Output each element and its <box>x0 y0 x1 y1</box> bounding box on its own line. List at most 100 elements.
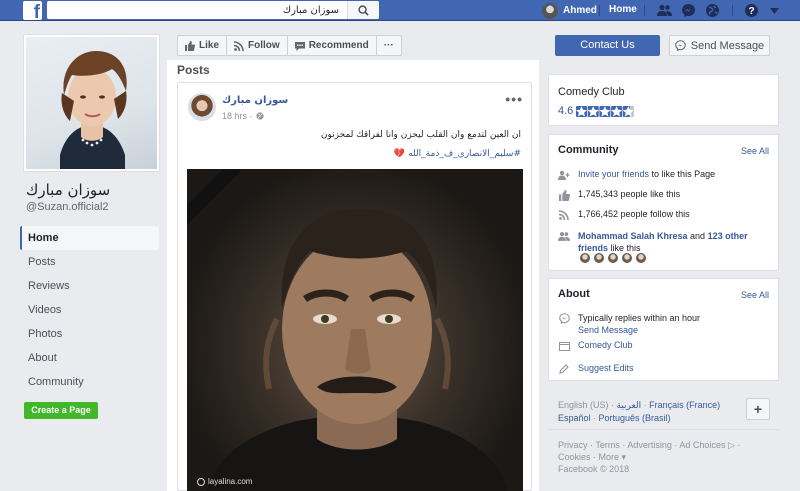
comment-icon <box>294 41 305 51</box>
messenger-icon <box>675 40 686 51</box>
terms-link[interactable]: Terms <box>595 440 620 450</box>
nav-item-videos[interactable]: Videos <box>20 298 159 322</box>
posts-section-title: Posts <box>177 63 210 77</box>
invite-friends-row: Invite your friends to like this Page <box>558 169 715 181</box>
avatar <box>542 2 558 19</box>
nav-item-about[interactable]: About <box>20 346 159 370</box>
language-spanish-link[interactable]: Español <box>558 413 591 423</box>
profile-picture[interactable] <box>23 34 160 172</box>
post-author-avatar[interactable] <box>188 93 216 121</box>
divider <box>732 5 733 16</box>
ad-choices-icon: ▷ <box>727 440 735 450</box>
pencil-icon <box>558 363 570 375</box>
avatar[interactable] <box>579 252 591 264</box>
advertising-link[interactable]: Advertising <box>627 440 672 450</box>
facebook-logo[interactable]: f <box>23 1 42 22</box>
add-language-button[interactable]: + <box>746 398 770 420</box>
thumbs-up-icon <box>185 40 195 51</box>
search-input[interactable] <box>47 1 347 19</box>
suggest-edits-link[interactable]: Suggest Edits <box>578 363 634 373</box>
nav-item-posts[interactable]: Posts <box>20 250 159 274</box>
rss-icon <box>234 40 244 51</box>
language-portuguese-link[interactable]: Português (Brasil) <box>599 413 671 423</box>
globe-icon[interactable] <box>704 2 721 19</box>
privacy-link[interactable]: Privacy <box>558 440 588 450</box>
invite-people-icon <box>558 169 570 181</box>
invite-friends-link[interactable]: Invite your friends <box>578 169 649 179</box>
friend-name-link[interactable]: Mohammad Salah Khresa <box>578 231 688 241</box>
rating-value: 4.6 <box>558 105 574 117</box>
search-button[interactable] <box>347 1 379 19</box>
page-title: سوزان مبارك <box>26 181 111 199</box>
category-link[interactable]: Comedy Club <box>578 340 633 350</box>
page-rating[interactable]: 4.6 <box>558 105 635 117</box>
post-timestamp: 18 hrs · <box>222 111 264 121</box>
home-link[interactable]: Home <box>609 4 637 15</box>
language-selector: English (US) · العربية · Français (Franc… <box>548 390 779 430</box>
community-card: Community See All Invite your friends to… <box>548 134 779 271</box>
recommend-button[interactable]: Recommend <box>288 36 377 55</box>
page-action-bar: Like Follow Recommend ··· <box>177 35 402 56</box>
avatar[interactable] <box>635 252 647 264</box>
language-french-link[interactable]: Français (France) <box>649 400 720 410</box>
likes-count-row: 1,745,343 people like this <box>558 189 680 201</box>
caret-down-icon[interactable] <box>766 2 783 19</box>
divider <box>644 5 645 16</box>
follow-button[interactable]: Follow <box>227 36 288 55</box>
post-hashtag[interactable]: #سليم_الانصاري_ف_ذمة_الله💔 <box>191 149 521 159</box>
more-options-button[interactable]: ··· <box>377 36 401 55</box>
post-image[interactable]: layalina.com <box>187 169 523 491</box>
post-options-button[interactable]: ••• <box>505 91 523 107</box>
suggest-edits-row: Suggest Edits <box>558 363 634 375</box>
ad-choices-link[interactable]: Ad Choices <box>679 440 725 450</box>
footer-links: Privacy · Terms · Advertising · Ad Choic… <box>558 440 741 474</box>
community-title: Community <box>558 144 619 156</box>
broken-heart-icon: 💔 <box>393 149 406 159</box>
rating-stars-icon <box>576 105 635 117</box>
current-language: English (US) <box>558 400 609 410</box>
post-text: ان العين لتدمع وان القلب ليحزن وانا لفرا… <box>320 130 521 140</box>
thumbs-up-icon <box>558 189 570 201</box>
nav-item-reviews[interactable]: Reviews <box>20 274 159 298</box>
cookies-link[interactable]: Cookies <box>558 452 591 462</box>
response-time-row: Typically replies within an hour Send Mes… <box>558 312 700 336</box>
nav-item-home[interactable]: Home <box>20 226 159 250</box>
contact-us-button[interactable]: Contact Us <box>555 35 660 56</box>
send-message-button[interactable]: Send Message <box>669 35 770 56</box>
messenger-icon <box>558 312 570 324</box>
svg-text:?: ? <box>748 6 754 17</box>
language-arabic-link[interactable]: العربية <box>617 400 642 410</box>
messenger-icon[interactable] <box>680 2 697 19</box>
page-username: @Suzan.official2 <box>26 201 109 213</box>
user-name: Ahmed <box>563 5 597 16</box>
user-profile-link[interactable]: Ahmed <box>542 2 597 19</box>
caret-down-icon: ▾ <box>621 452 627 462</box>
community-see-all-link[interactable]: See All <box>741 146 769 156</box>
avatar[interactable] <box>593 252 605 264</box>
about-title: About <box>558 288 590 300</box>
image-watermark: layalina.com <box>197 477 252 486</box>
copyright: Facebook © 2018 <box>558 464 630 474</box>
help-icon[interactable]: ? <box>743 2 760 19</box>
friends-like-row: Mohammad Salah Khresa and 123 other frie… <box>558 230 768 254</box>
category-row: Comedy Club <box>558 340 633 352</box>
create-page-button[interactable]: Create a Page <box>24 402 98 419</box>
about-card: About See All Typically replies within a… <box>548 278 779 381</box>
follows-count-row: 1,766,452 people follow this <box>558 209 690 221</box>
post-author-name[interactable]: سوزان مبارك <box>222 95 288 106</box>
page-category[interactable]: Comedy Club <box>558 86 625 98</box>
friends-icon[interactable] <box>656 2 673 19</box>
category-icon <box>558 340 570 352</box>
like-button[interactable]: Like <box>178 36 228 55</box>
avatar[interactable] <box>621 252 633 264</box>
nav-item-community[interactable]: Community <box>20 370 159 394</box>
friends-icon <box>558 230 570 242</box>
avatar[interactable] <box>607 252 619 264</box>
nav-item-photos[interactable]: Photos <box>20 322 159 346</box>
more-link[interactable]: More <box>599 452 620 462</box>
divider <box>599 5 600 16</box>
about-see-all-link[interactable]: See All <box>741 290 769 300</box>
post-card: سوزان مبارك 18 hrs · ••• ان العين لتدمع … <box>177 82 532 491</box>
send-message-link[interactable]: Send Message <box>578 325 638 335</box>
rss-icon <box>558 209 570 221</box>
